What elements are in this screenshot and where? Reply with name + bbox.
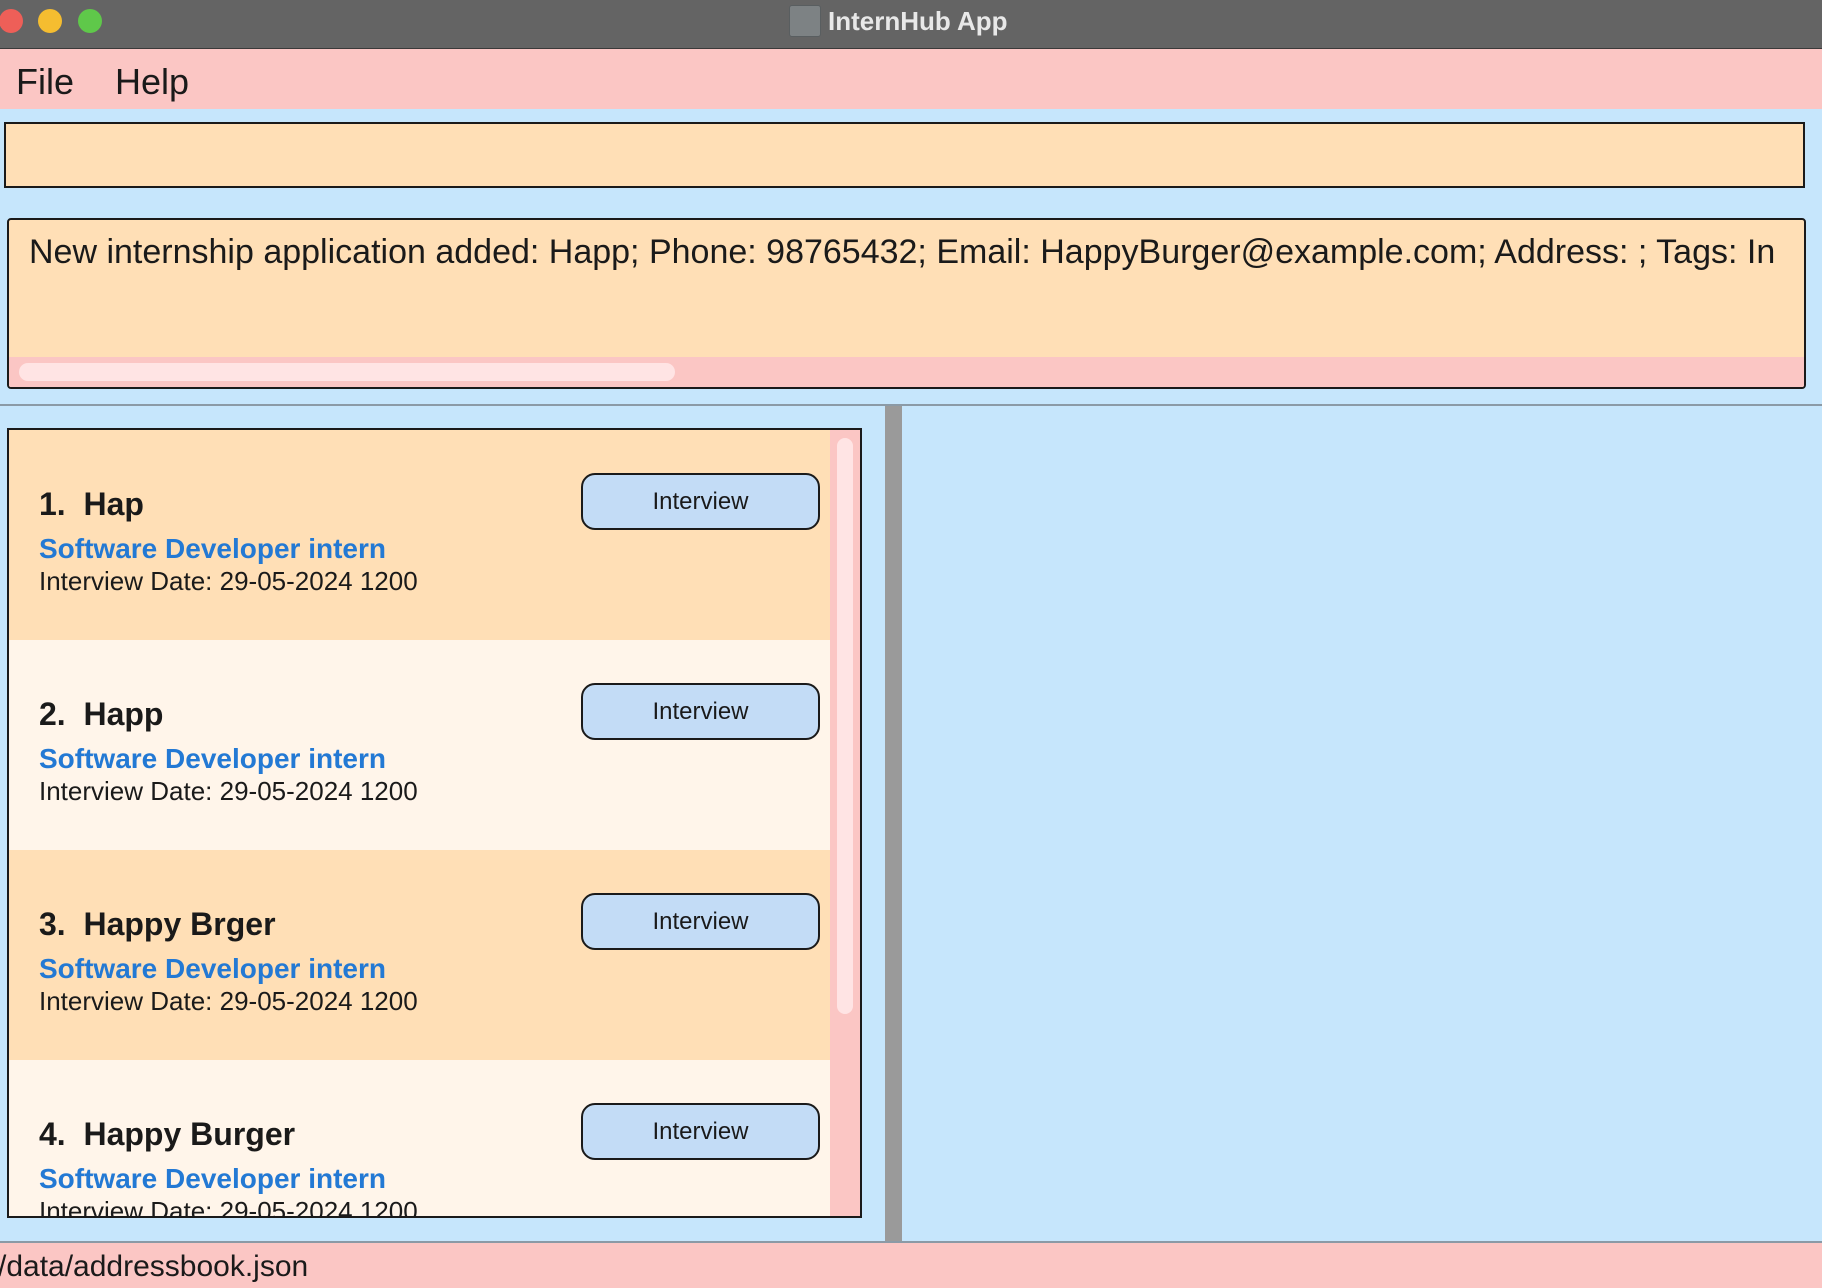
title-bar: InternHub App	[0, 0, 1822, 49]
section-separator	[0, 404, 1822, 406]
result-text: New internship application added: Happ; …	[29, 233, 1776, 271]
result-display: New internship application added: Happ; …	[7, 218, 1806, 389]
maximize-window-button[interactable]	[78, 9, 102, 33]
application-role: Software Developer intern	[39, 533, 386, 564]
application-date: Interview Date: 29-05-2024 1200	[39, 776, 418, 806]
split-pane-divider[interactable]	[885, 406, 902, 1241]
application-name: 3. Happy Brger	[39, 906, 276, 942]
application-card[interactable]: 3. Happy Brger Software Developer intern…	[9, 850, 832, 1060]
menu-bar: File Help	[0, 49, 1822, 109]
application-card[interactable]: 4. Happy Burger Software Developer inter…	[9, 1060, 832, 1218]
application-card[interactable]: 1. Hap Software Developer intern Intervi…	[9, 430, 832, 640]
application-role: Software Developer intern	[39, 953, 386, 984]
app-icon	[789, 5, 821, 37]
command-input[interactable]	[4, 122, 1805, 188]
list-scroll-thumb[interactable]	[837, 438, 853, 1014]
status-bar: /data/addressbook.json	[0, 1241, 1822, 1288]
application-name: 1. Hap	[39, 486, 144, 522]
close-window-button[interactable]	[0, 9, 23, 33]
status-button[interactable]: Interview	[581, 893, 820, 950]
application-role: Software Developer intern	[39, 743, 386, 774]
list-vertical-scrollbar[interactable]	[830, 430, 860, 1216]
application-list[interactable]: 1. Hap Software Developer intern Intervi…	[7, 428, 862, 1218]
application-name: 4. Happy Burger	[39, 1116, 296, 1152]
menu-help[interactable]: Help	[115, 61, 189, 103]
application-date: Interview Date: 29-05-2024 1200	[39, 986, 418, 1016]
application-role: Software Developer intern	[39, 1163, 386, 1194]
minimize-window-button[interactable]	[38, 9, 62, 33]
result-horizontal-scrollbar[interactable]	[9, 357, 1804, 387]
status-button[interactable]: Interview	[581, 473, 820, 530]
application-date: Interview Date: 29-05-2024 1200	[39, 566, 418, 596]
application-card[interactable]: 2. Happ Software Developer intern Interv…	[9, 640, 832, 850]
application-name: 2. Happ	[39, 696, 164, 732]
window-title: InternHub App	[828, 6, 1008, 36]
status-button[interactable]: Interview	[581, 1103, 820, 1160]
status-button[interactable]: Interview	[581, 683, 820, 740]
application-date: Interview Date: 29-05-2024 1200	[39, 1196, 418, 1218]
result-scroll-thumb[interactable]	[19, 363, 675, 381]
menu-file[interactable]: File	[16, 61, 74, 103]
save-file-path: /data/addressbook.json	[0, 1250, 309, 1283]
